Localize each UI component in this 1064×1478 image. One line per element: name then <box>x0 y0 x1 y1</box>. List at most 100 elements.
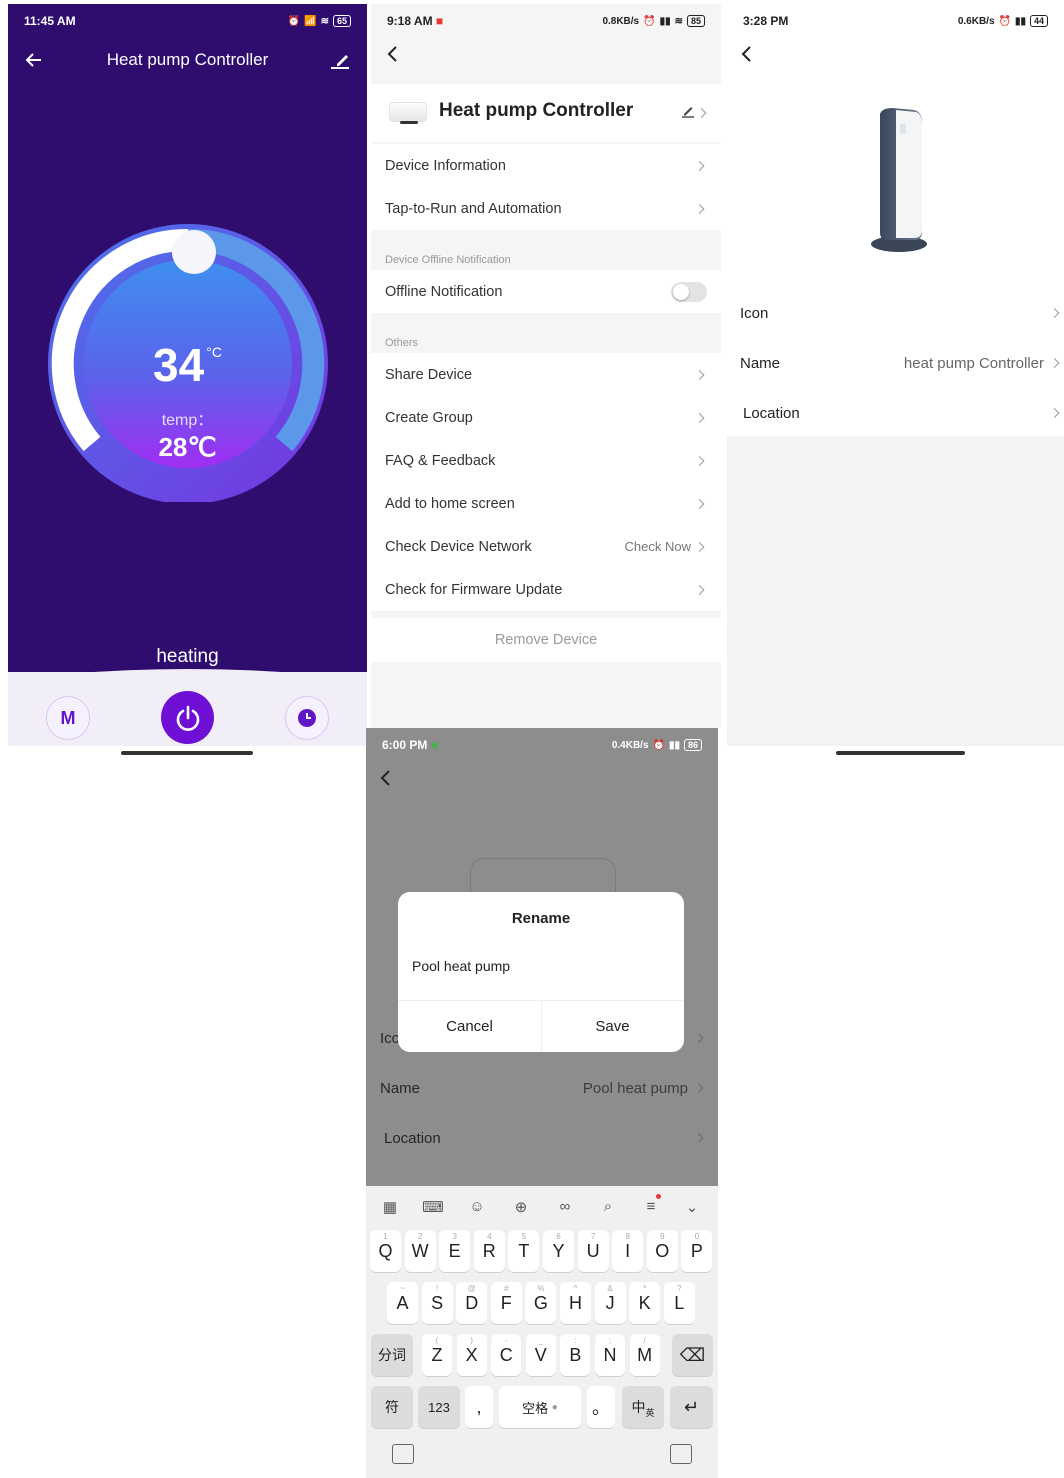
key-o[interactable]: 9O <box>646 1230 678 1272</box>
key-symbols[interactable]: 符 <box>371 1386 413 1428</box>
chevron-right-icon <box>693 1133 704 1143</box>
remove-device-button[interactable]: Remove Device <box>371 618 721 662</box>
status-time: 6:00 PM <box>382 738 428 752</box>
row-faq-feedback[interactable]: FAQ & Feedback <box>371 439 721 482</box>
key-s[interactable]: ! S <box>421 1282 453 1324</box>
mode-button[interactable]: M <box>46 696 90 740</box>
save-button[interactable]: Save <box>541 1018 684 1035</box>
key-backspace[interactable]: ⌫ <box>672 1334 713 1376</box>
key-b[interactable]: :B <box>560 1334 591 1376</box>
key-k[interactable]: * K <box>629 1282 661 1324</box>
rename-input[interactable]: Pool heat pump <box>412 958 670 974</box>
clock-icon <box>298 709 316 727</box>
device-header[interactable]: Heat pump Controller <box>371 84 721 142</box>
key-c[interactable]: -C <box>491 1334 522 1376</box>
power-icon <box>176 705 199 731</box>
search-icon[interactable]: ⌕ <box>596 1198 620 1215</box>
device-settings-screen: 9:18 AM ■ 0.8KB/s ⏰ ▮▮ ≋ 85 Heat pump Co… <box>371 4 721 728</box>
row-tap-to-run[interactable]: Tap-to-Run and Automation <box>371 187 721 230</box>
edit-icon[interactable] <box>329 50 351 70</box>
chevron-right-icon <box>1049 408 1060 418</box>
key-y[interactable]: 6Y <box>543 1230 574 1272</box>
net-speed: 0.4KB/s <box>611 739 649 751</box>
key-language-switch[interactable]: 中英 <box>622 1386 664 1428</box>
edit-icon[interactable] <box>681 104 695 118</box>
cancel-button[interactable]: Cancel <box>398 1018 541 1035</box>
key-p[interactable]: 0P <box>681 1230 713 1272</box>
home-indicator <box>836 751 965 755</box>
chevron-right-icon <box>1049 358 1060 368</box>
key-v[interactable]: _ V <box>525 1334 556 1376</box>
key-h[interactable]: ^ H <box>560 1282 591 1324</box>
key-w[interactable]: 2W <box>404 1230 436 1272</box>
key-i[interactable]: 8I <box>612 1230 644 1272</box>
key-n[interactable]: ; N <box>595 1334 625 1376</box>
key-fenci[interactable]: 分词 <box>371 1334 413 1376</box>
mic-icon: ● <box>551 1401 558 1413</box>
globe-icon[interactable]: ⊕ <box>509 1198 533 1216</box>
key-period[interactable]: 。 <box>587 1386 615 1428</box>
key-l[interactable]: ? L <box>663 1282 695 1324</box>
section-header-offline: Device Offline Notification <box>385 254 511 266</box>
status-time: 9:18 AM <box>387 14 433 28</box>
key-m[interactable]: / M <box>629 1334 660 1376</box>
row-firmware-update[interactable]: Check for Firmware Update <box>371 568 721 611</box>
key-z[interactable]: (Z <box>422 1334 452 1376</box>
back-chevron-icon[interactable] <box>376 768 396 788</box>
device-name-value: Pool heat pump <box>582 1079 688 1097</box>
chevron-right-icon <box>1049 308 1060 318</box>
offline-notification-toggle[interactable] <box>671 282 707 302</box>
set-temperature: 28℃ <box>158 432 217 462</box>
back-chevron-icon[interactable] <box>383 44 403 64</box>
clipboard-icon[interactable] <box>670 1444 692 1464</box>
key-f[interactable]: # F <box>490 1282 522 1324</box>
key-a[interactable]: ~ A <box>387 1282 418 1324</box>
current-temperature: 34 °C <box>153 339 222 391</box>
keyboard-icon[interactable]: ⌨ <box>421 1198 445 1216</box>
key-q[interactable]: 1Q <box>370 1230 401 1272</box>
row-check-device-network[interactable]: Check Device Network Check Now <box>371 525 721 568</box>
voice-icon[interactable]: ≡ <box>639 1194 663 1215</box>
row-icon[interactable]: Icon <box>727 289 1064 337</box>
key-enter[interactable]: ↵ <box>670 1386 713 1428</box>
row-location[interactable]: Location <box>366 1114 718 1162</box>
key-d[interactable]: @ D <box>456 1282 488 1324</box>
emoji-icon[interactable]: ☺ <box>465 1198 489 1215</box>
link-icon[interactable]: ∞ <box>553 1198 577 1215</box>
key-e[interactable]: 3E <box>439 1230 471 1272</box>
wifi-icon: ≋ <box>674 15 683 27</box>
battery-icon: 85 <box>686 15 705 27</box>
app-bar: Heat pump Controller <box>8 42 367 78</box>
timer-button[interactable] <box>285 696 329 740</box>
check-now-link[interactable]: Check Now <box>625 539 691 554</box>
key-t[interactable]: 5T <box>508 1230 540 1272</box>
status-time: 11:45 AM <box>24 14 76 28</box>
enter-icon: ↵ <box>683 1396 700 1417</box>
row-name[interactable]: Name heat pump Controller <box>727 339 1064 387</box>
chevron-right-icon <box>696 108 707 118</box>
battery-icon: 65 <box>332 15 351 27</box>
key-space[interactable]: 空格 ● <box>499 1386 581 1428</box>
alarm-icon: ⏰ <box>652 739 665 751</box>
key-g[interactable]: % G <box>525 1282 557 1324</box>
key-x[interactable]: ) X <box>456 1334 487 1376</box>
row-name[interactable]: Name Pool heat pump <box>366 1064 718 1112</box>
row-device-information[interactable]: Device Information <box>371 144 721 187</box>
grid-icon[interactable]: ▦ <box>378 1198 402 1216</box>
keyboard-switch-icon[interactable] <box>392 1444 414 1464</box>
collapse-keyboard-icon[interactable]: ⌄ <box>680 1198 704 1216</box>
status-bar: 9:18 AM ■ 0.8KB/s ⏰ ▮▮ ≋ 85 <box>371 4 721 38</box>
back-chevron-icon[interactable] <box>737 44 757 64</box>
key-j[interactable]: & J <box>594 1282 626 1324</box>
row-share-device[interactable]: Share Device <box>371 353 721 396</box>
key-comma[interactable]: , <box>465 1386 493 1428</box>
key-numbers[interactable]: 123 <box>418 1386 460 1428</box>
row-create-group[interactable]: Create Group <box>371 396 721 439</box>
chevron-right-icon <box>694 498 705 509</box>
power-button[interactable] <box>161 691 214 744</box>
row-location[interactable]: Location <box>727 389 1064 437</box>
device-image <box>871 108 927 252</box>
row-add-to-home-screen[interactable]: Add to home screen <box>371 482 721 525</box>
key-r[interactable]: 4R <box>473 1230 505 1272</box>
key-u[interactable]: 7U <box>577 1230 609 1272</box>
